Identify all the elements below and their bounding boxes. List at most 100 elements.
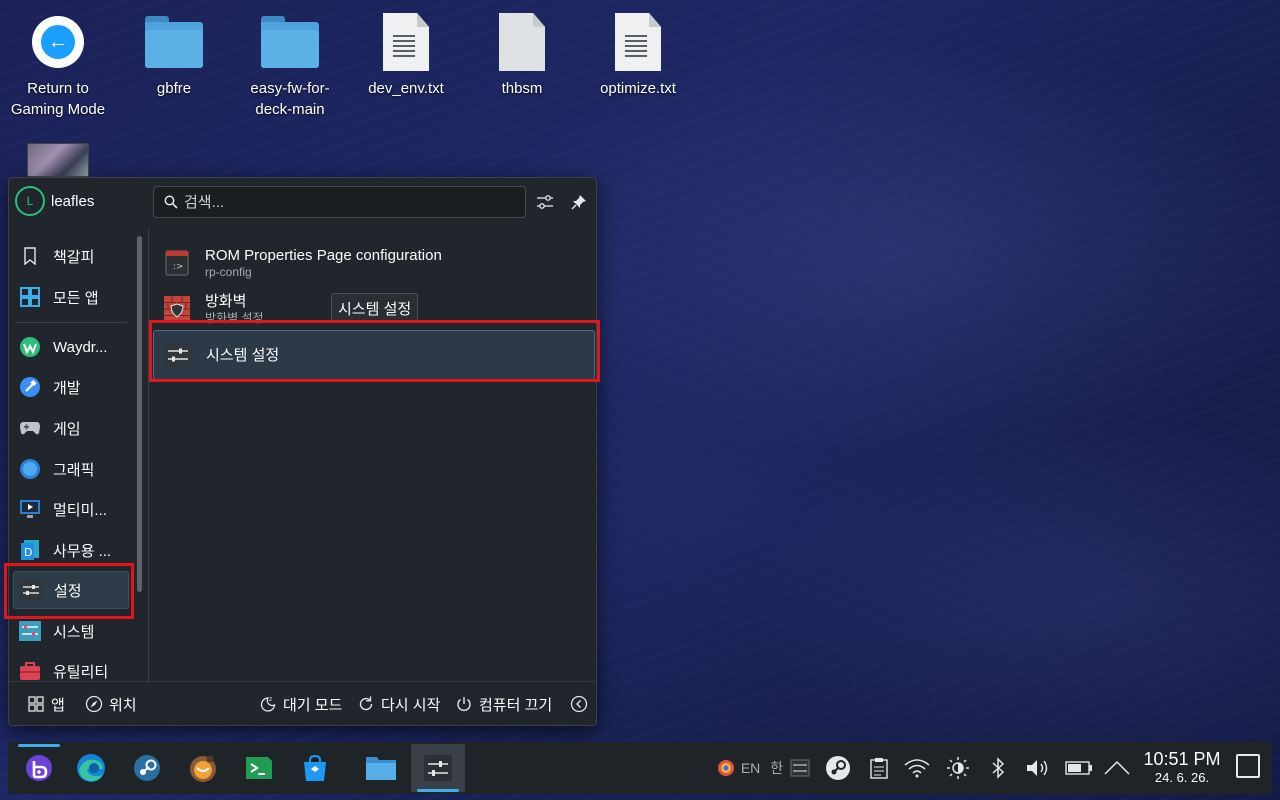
taskbar-konsole[interactable] — [232, 744, 286, 792]
tray-steam[interactable] — [822, 742, 854, 794]
taskbar-discover[interactable] — [288, 744, 342, 792]
sleep-button[interactable]: z 대기 모드 — [259, 692, 342, 716]
desktop-icon-thbsm[interactable]: thbsm — [467, 10, 577, 99]
bookmark-icon — [19, 245, 41, 267]
restart-icon — [357, 695, 375, 713]
desktop-icon-label: optimize.txt — [600, 80, 676, 97]
taskbar-dolphin[interactable] — [354, 744, 408, 792]
desktop-icon-label: gbfre — [156, 80, 192, 97]
category-label: 멀티미... — [53, 501, 107, 519]
tray-battery[interactable] — [1064, 742, 1094, 794]
category-multimedia[interactable]: 멀티미... — [13, 490, 129, 528]
application-launcher-menu: L leafles 책갈피 모든 앱 Waydr... 개발 — [8, 177, 597, 726]
taskbar-bottles[interactable] — [176, 744, 230, 792]
active-indicator — [417, 789, 459, 792]
steam-return-icon: ← — [26, 10, 90, 74]
category-label: 책갈피 — [53, 248, 95, 266]
desktop-icon-return-gaming[interactable]: ← Return to Gaming Mode — [3, 10, 113, 120]
desktop-icon-gbfre[interactable]: gbfre — [119, 10, 229, 99]
search-input[interactable] — [184, 193, 504, 211]
category-bookmarks[interactable]: 책갈피 — [13, 237, 129, 275]
category-system[interactable]: 시스템 — [13, 612, 129, 650]
category-label: 시스템 — [53, 623, 95, 641]
category-waydroid[interactable]: Waydr... — [13, 328, 129, 366]
more-power-options-button[interactable] — [570, 692, 594, 716]
tray-volume[interactable] — [1024, 742, 1052, 794]
brightness-icon — [947, 757, 969, 779]
username: leafles — [51, 193, 95, 210]
result-rom-properties[interactable]: :> ROM Properties Page configuration rp-… — [153, 238, 595, 288]
wifi-icon — [904, 759, 930, 778]
utilities-icon — [19, 660, 41, 682]
restart-label: 다시 시작 — [381, 696, 441, 714]
sleep-label: 대기 모드 — [283, 696, 343, 714]
shutdown-button[interactable]: 컴퓨터 끄기 — [455, 692, 552, 716]
pin-icon — [571, 195, 586, 210]
taskbar-steam[interactable] — [120, 744, 174, 792]
show-desktop-button[interactable] — [1236, 754, 1260, 778]
firewall-icon — [163, 295, 191, 323]
tray-expand[interactable] — [1102, 742, 1132, 794]
category-graphics[interactable]: 그래픽 — [13, 450, 129, 488]
desktop-icon-optimize[interactable]: optimize.txt — [583, 10, 693, 99]
result-subtitle: rp-config — [205, 265, 252, 279]
clipboard-icon — [870, 758, 888, 779]
launcher-header: L leafles — [9, 178, 596, 228]
places-tab-button[interactable]: 위치 — [85, 692, 137, 716]
tray-input-method[interactable]: EN 한 — [710, 742, 790, 794]
tray-brightness[interactable] — [944, 742, 972, 794]
search-field[interactable] — [153, 186, 526, 218]
avatar[interactable]: L — [15, 186, 45, 216]
system-settings-icon — [424, 755, 452, 781]
sidebar-scrollbar[interactable] — [137, 236, 142, 592]
folder-icon — [258, 10, 322, 74]
tray-clipboard[interactable] — [866, 742, 892, 794]
category-utilities[interactable]: 유틸리티 — [13, 652, 129, 683]
compass-icon — [85, 695, 103, 713]
input-mode: 한 — [770, 760, 784, 776]
chevron-left-icon — [570, 695, 588, 713]
pin-button[interactable] — [567, 190, 591, 214]
results-list: :> ROM Properties Page configuration rp-… — [149, 228, 596, 683]
tray-settings[interactable] — [788, 742, 812, 794]
clock-date: 24. 6. 26. — [1154, 770, 1210, 785]
sleep-icon: z — [259, 695, 277, 713]
launcher-footer: 앱 위치 z 대기 모드 다시 시작 컴퓨터 끄기 — [9, 681, 596, 725]
taskbar-app-launcher[interactable] — [12, 744, 66, 792]
configure-button[interactable] — [533, 190, 557, 214]
category-all-apps[interactable]: 모든 앱 — [13, 278, 129, 316]
taskbar-system-settings[interactable] — [411, 744, 465, 792]
input-lang: EN — [740, 760, 761, 776]
category-games[interactable]: 게임 — [13, 409, 129, 447]
image-thumbnail-icon[interactable] — [27, 143, 89, 177]
tray-network[interactable] — [902, 742, 932, 794]
digital-clock[interactable]: 10:51 PM 24. 6. 26. — [1140, 748, 1224, 786]
category-sidebar: 책갈피 모든 앱 Waydr... 개발 게임 그래픽 멀티미... D 사무용… — [9, 228, 133, 683]
svg-text::>: :> — [173, 262, 184, 272]
desktop-icon-dev-env[interactable]: dev_env.txt — [351, 10, 461, 99]
application-launcher-icon — [26, 755, 52, 781]
taskbar-edge[interactable] — [64, 744, 118, 792]
category-label: 유틸리티 — [53, 663, 109, 681]
category-development[interactable]: 개발 — [13, 368, 129, 406]
system-settings-icon — [164, 341, 192, 369]
restart-button[interactable]: 다시 시작 — [357, 692, 440, 716]
desktop-icon-label: Return to Gaming Mode — [10, 80, 106, 118]
active-indicator — [18, 744, 60, 747]
result-title: 시스템 설정 — [206, 346, 280, 364]
category-label: 설정 — [54, 582, 82, 600]
settings-icon — [20, 579, 42, 601]
category-label: 사무용 ... — [53, 542, 112, 560]
all-apps-icon — [19, 286, 41, 308]
tray-bluetooth[interactable] — [986, 742, 1010, 794]
text-file-icon — [374, 10, 438, 74]
category-settings[interactable]: 설정 — [13, 571, 129, 609]
separator — [15, 322, 127, 323]
bottles-icon — [190, 756, 216, 782]
folder-icon — [142, 10, 206, 74]
desktop-icon-easy-fw[interactable]: easy-fw-for- deck-main — [235, 10, 345, 120]
result-system-settings[interactable]: 시스템 설정 — [153, 330, 595, 380]
apps-tab-button[interactable]: 앱 — [27, 692, 65, 716]
chevron-up-icon — [1104, 760, 1130, 775]
category-office[interactable]: D 사무용 ... — [13, 531, 129, 569]
